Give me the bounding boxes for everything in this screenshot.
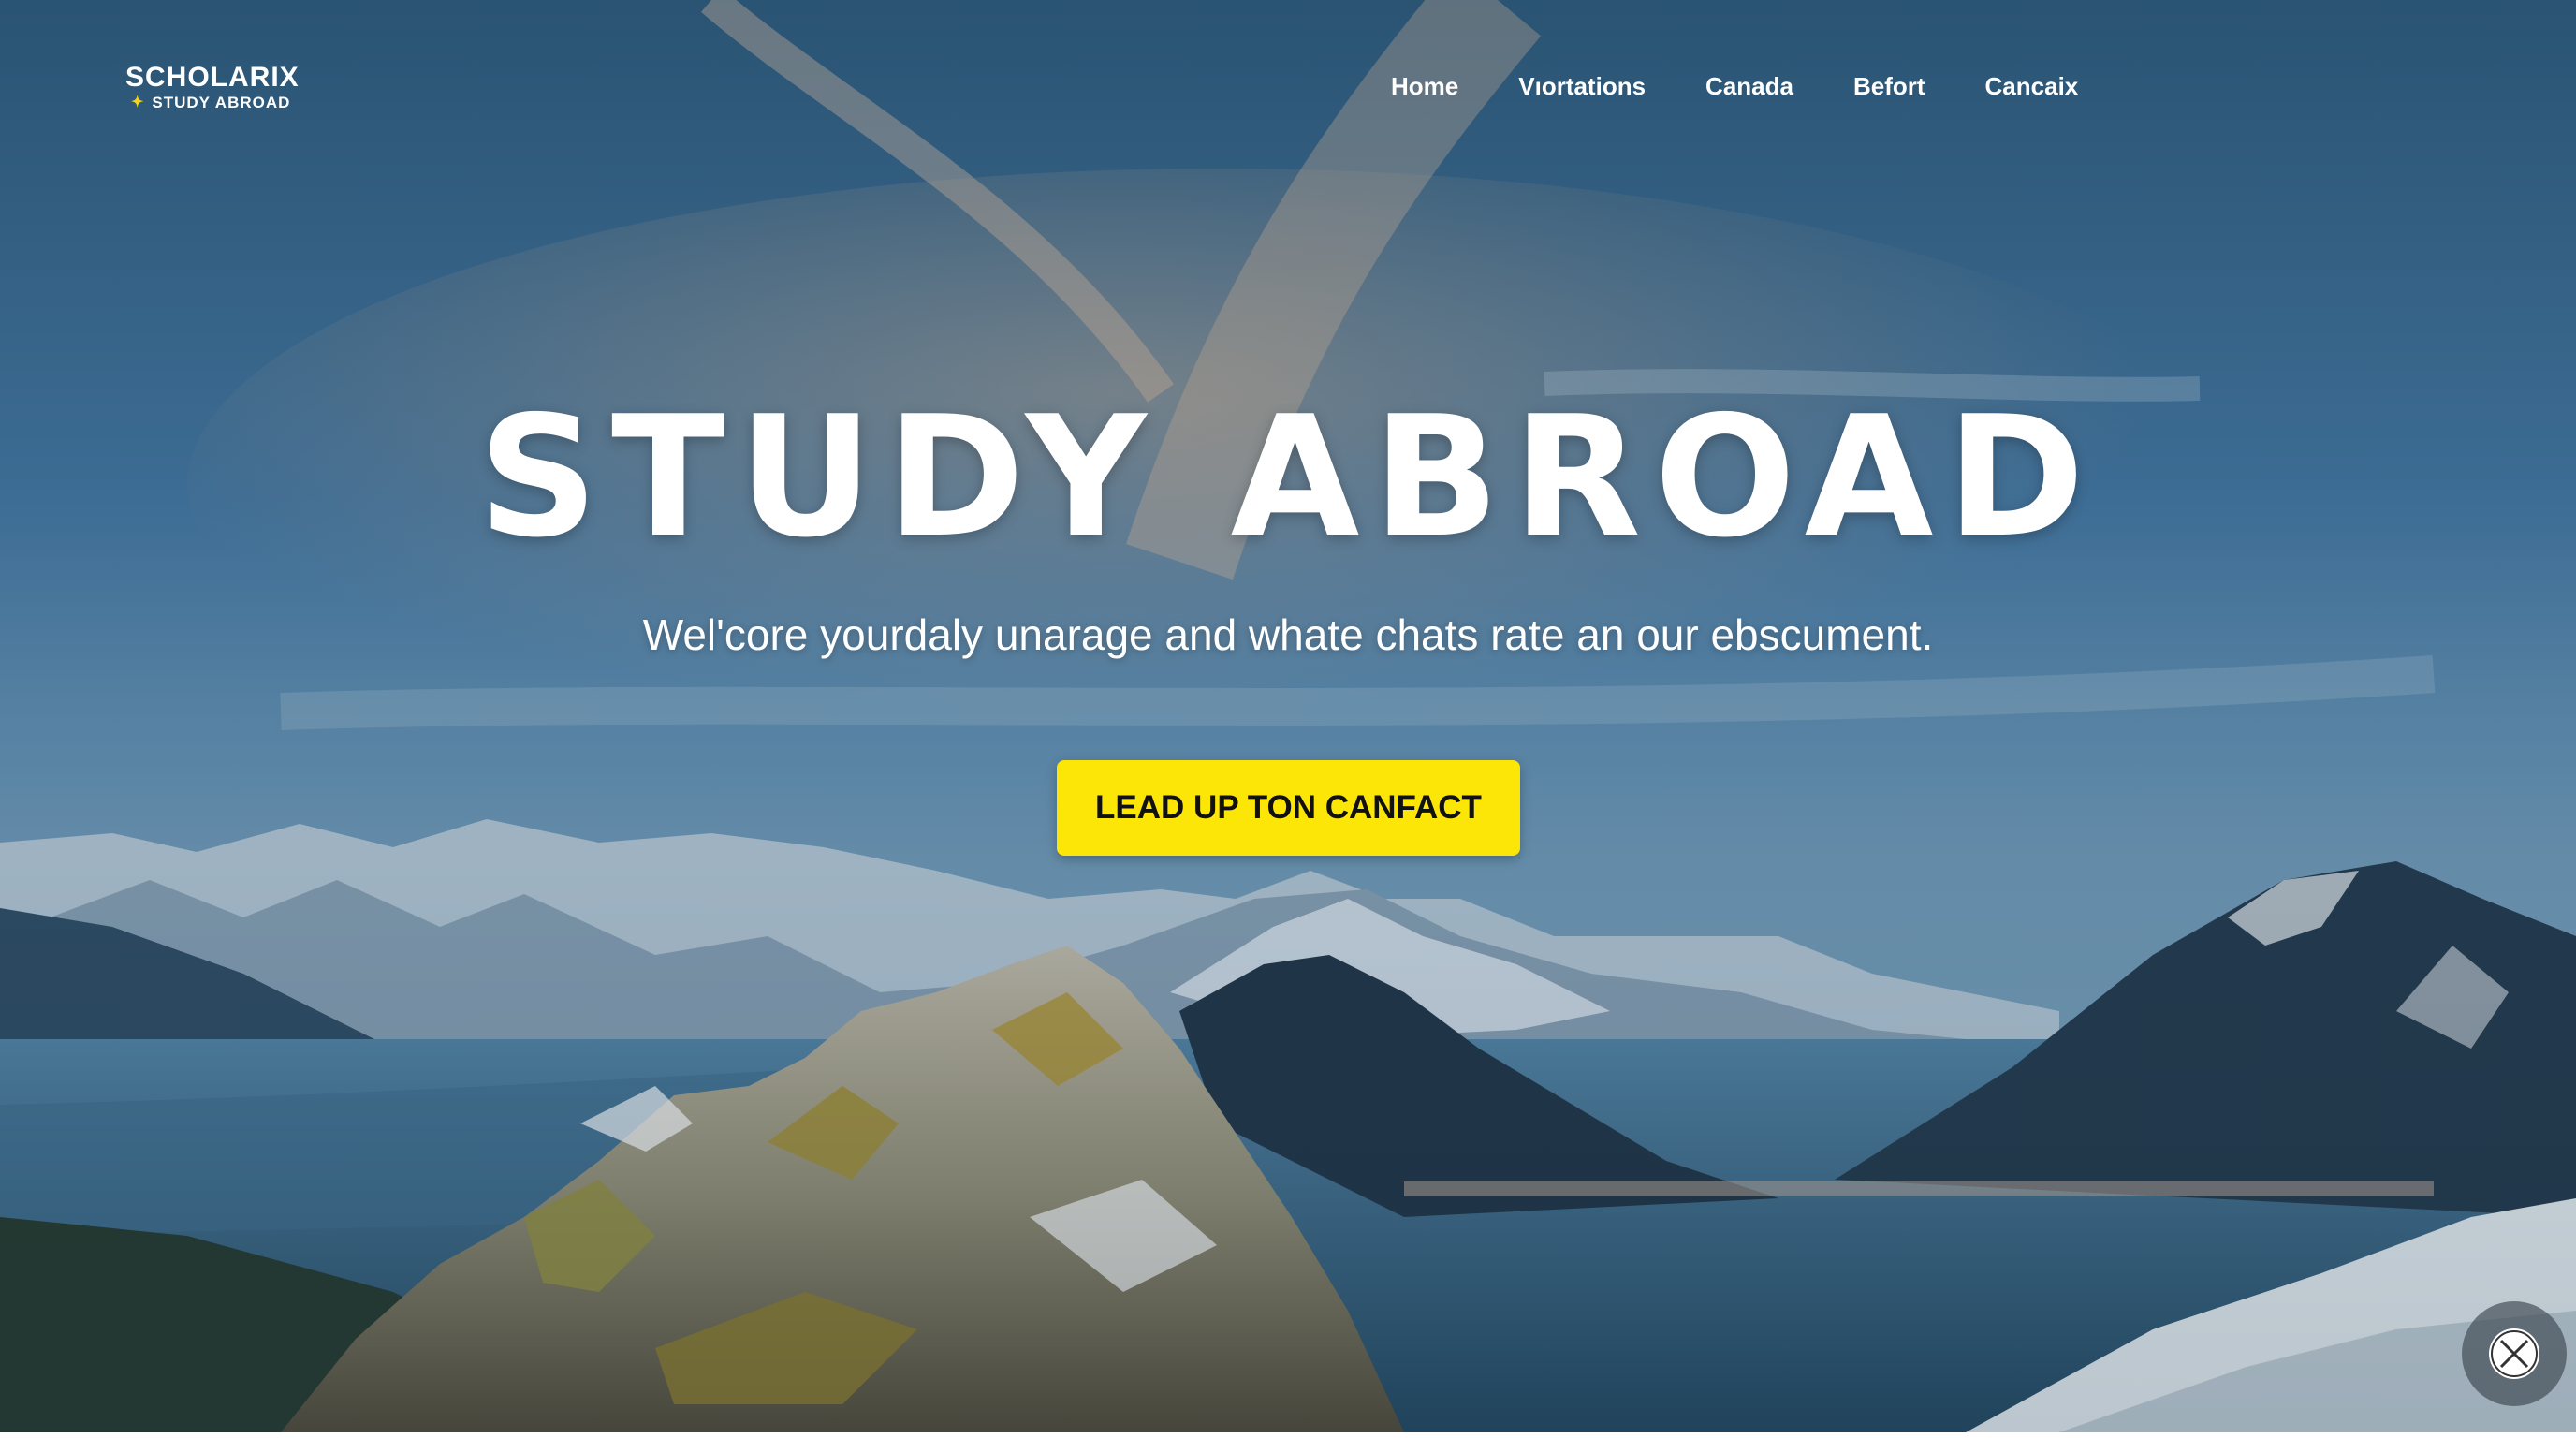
hero-subtitle: Wel'core yourdaly unarage and whate chat…	[642, 610, 1934, 659]
brand-logo[interactable]: SCHOLARIX ✦ STUDY ABROAD	[125, 62, 300, 112]
nav-item-befort[interactable]: Befort	[1853, 69, 1925, 103]
close-button[interactable]	[2462, 1301, 2567, 1406]
bottom-strip	[0, 1432, 2576, 1438]
nav-item-home[interactable]: Home	[1391, 69, 1458, 103]
close-icon	[2489, 1328, 2539, 1379]
main-nav: Home Vıortations Canada Befort Cancaix	[1391, 69, 2078, 103]
brand-tagline: STUDY ABROAD	[152, 94, 291, 111]
brand-tagline-row: ✦ STUDY ABROAD	[131, 94, 300, 112]
cta-button[interactable]: LEAD UP TON CANFACT	[1057, 760, 1520, 856]
hero-title: STUDY ABROAD	[477, 380, 2099, 574]
hero-section: SCHOLARIX ✦ STUDY ABROAD Home Vıortation…	[0, 0, 2576, 1432]
brand-name: SCHOLARIX	[125, 62, 300, 93]
nav-item-canada[interactable]: Canada	[1705, 69, 1793, 103]
nav-item-cancaix[interactable]: Cancaix	[1985, 69, 2079, 103]
sparkle-icon: ✦	[131, 95, 145, 110]
mountain-lake-background	[0, 0, 2576, 1432]
nav-item-vortations[interactable]: Vıortations	[1518, 69, 1646, 103]
